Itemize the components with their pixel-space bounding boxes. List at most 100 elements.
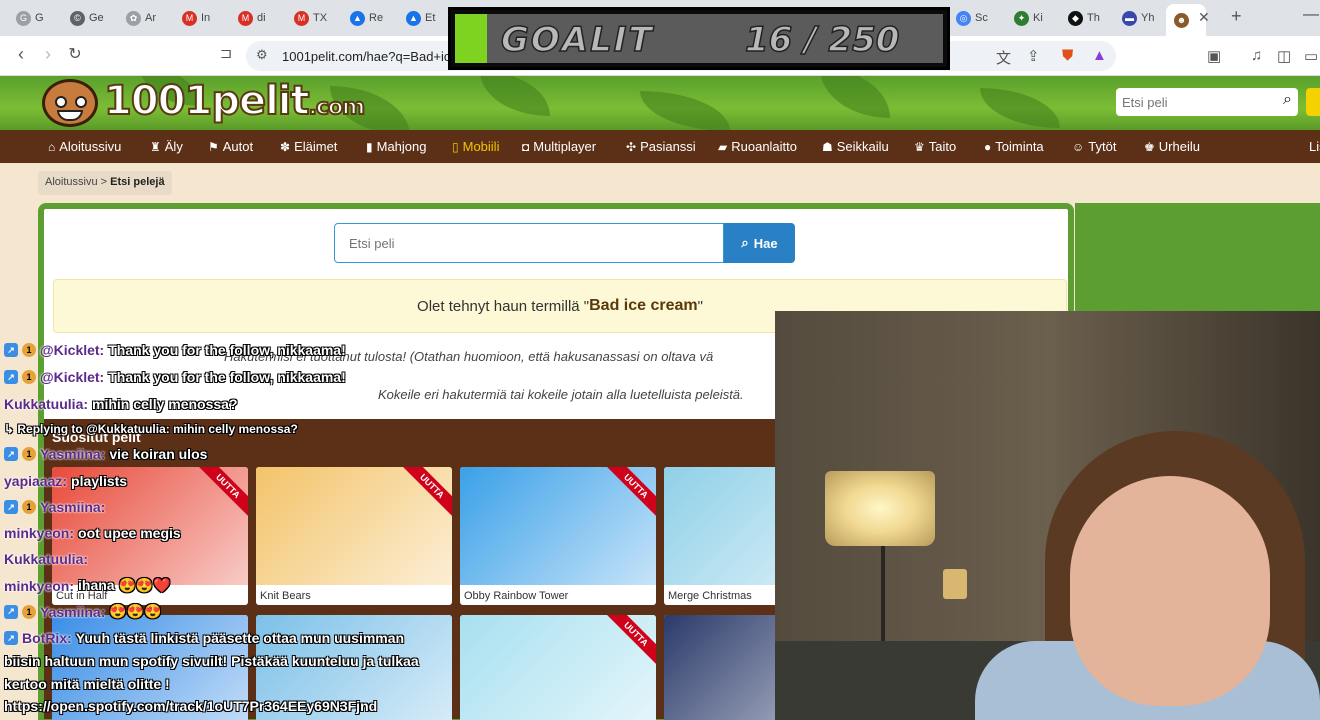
category-tytöt[interactable]: ☺ Tytöt xyxy=(1072,139,1116,154)
url-text: 1001pelit.com/hae?q=Bad+ic xyxy=(282,49,451,64)
site-search-input[interactable] xyxy=(1116,88,1266,116)
bomb-icon: ● xyxy=(984,139,992,154)
browser-tab[interactable]: ✦ Ki xyxy=(1006,7,1062,29)
category-eläimet[interactable]: ✽ Eläimet xyxy=(280,139,337,154)
category-toiminta[interactable]: ● Toiminta xyxy=(984,139,1044,154)
chat-badge-icon: 1 xyxy=(22,604,36,619)
game-card[interactable]: UUTTA Obby Rainbow Tower xyxy=(460,467,656,605)
popular-title: Suositut pelit xyxy=(52,429,141,445)
category-label: Äly xyxy=(164,139,183,154)
category-taito[interactable]: ♛ Taito xyxy=(914,139,956,154)
category-äly[interactable]: ♜ Äly xyxy=(150,139,183,154)
tile-icon: ▮ xyxy=(366,139,373,154)
chat-badge-icon: 1 xyxy=(22,500,36,514)
translate-icon[interactable]: 文 xyxy=(996,47,1011,68)
category-label: Mahjong xyxy=(376,139,427,154)
reload-icon[interactable]: ↻ xyxy=(64,44,86,64)
game-thumbnail xyxy=(52,615,248,720)
chat-badge-icon: 1 xyxy=(22,343,36,357)
monkey-favicon-icon: ☻ xyxy=(1174,12,1189,28)
search-term: Bad ice cream xyxy=(589,297,698,314)
browser-tab[interactable]: ▲ Et xyxy=(398,7,454,29)
breadcrumb-home[interactable]: Aloitussivu xyxy=(45,176,98,188)
category-lis[interactable]: Lis xyxy=(1309,139,1320,154)
category-label: Lis xyxy=(1309,139,1320,154)
browser-tab[interactable]: ◎ Sc xyxy=(948,7,1004,29)
category-nav: ⌂ Aloitussivu ♜ Äly ⚑ Autot ✽ Eläimet ▮ Mahjong ▯ M… xyxy=(0,130,1320,163)
tab-favicon-icon: M xyxy=(294,10,309,26)
new-badge: UUTTA xyxy=(602,467,656,520)
back-icon[interactable]: ‹ xyxy=(10,44,32,65)
chat-badge-icon: ↗ xyxy=(4,343,18,357)
game-card[interactable]: UUTTA xyxy=(460,615,656,720)
category-urheilu[interactable]: ♚ Urheilu xyxy=(1144,139,1200,154)
game-thumbnail: UUTTA xyxy=(256,467,452,585)
category-pasianssi[interactable]: ✣ Pasianssi xyxy=(626,139,696,154)
tab-favicon-icon: G xyxy=(16,10,31,26)
new-tab-icon[interactable]: + xyxy=(1231,6,1242,27)
tab-favicon-icon: ▲ xyxy=(406,10,421,26)
tab-title: Ki xyxy=(1033,12,1043,24)
browser-tab[interactable]: ▲ Re xyxy=(342,7,398,29)
game-card[interactable] xyxy=(52,615,248,720)
sidebar-icon[interactable]: ▣ xyxy=(1207,47,1221,65)
browser-tab[interactable]: GG xyxy=(8,7,64,29)
forward-icon[interactable]: › xyxy=(37,44,59,65)
browser-tab[interactable]: ▬ Yh xyxy=(1114,7,1170,29)
category-label: Aloitussivu xyxy=(59,139,122,154)
tab-favicon-icon: ✦ xyxy=(1014,10,1029,26)
tab-title: In xyxy=(201,12,211,24)
tab-favicon-icon: ◆ xyxy=(1068,10,1083,26)
game-thumbnail: UUTTA xyxy=(460,615,656,720)
browser-tab[interactable]: Mdi xyxy=(230,7,286,29)
game-card[interactable] xyxy=(256,615,452,720)
game-search-input[interactable] xyxy=(334,223,724,263)
category-multiplayer[interactable]: ◘ Multiplayer xyxy=(522,139,596,154)
site-info-icon[interactable]: ⚙ xyxy=(256,47,268,63)
panel-icon[interactable]: ◫ xyxy=(1277,47,1291,65)
favorites-button[interactable] xyxy=(1306,88,1320,116)
share-icon[interactable]: ⇪ xyxy=(1027,47,1040,65)
browser-tab[interactable]: ✿ Ar xyxy=(118,7,174,29)
tab-title: di xyxy=(257,12,266,24)
category-aloitussivu[interactable]: ⌂ Aloitussivu xyxy=(48,139,121,154)
chat-badge-icon: ↗ xyxy=(4,500,18,514)
category-mahjong[interactable]: ▮ Mahjong xyxy=(366,139,426,154)
game-card[interactable]: UUTTA Cut in Half xyxy=(52,467,248,605)
game-thumbnail: UUTTA xyxy=(52,467,248,585)
bookmark-icon[interactable]: ⊐ xyxy=(215,44,237,62)
category-label: Tytöt xyxy=(1088,139,1117,154)
category-autot[interactable]: ⚑ Autot xyxy=(208,139,253,154)
goal-bar: GOALIT 16 / 250 xyxy=(455,14,943,63)
browser-tab[interactable]: © Ge xyxy=(62,7,118,29)
goal-widget: GOALIT 16 / 250 xyxy=(448,7,950,70)
tab-title: Th xyxy=(1087,12,1100,24)
game-thumbnail xyxy=(256,615,452,720)
browser-tab[interactable]: M In xyxy=(174,7,230,29)
search-icon[interactable]: ⌕ xyxy=(1283,91,1292,109)
rewards-triangle-icon[interactable]: ▲ xyxy=(1092,47,1107,64)
category-label: Multiplayer xyxy=(533,139,597,154)
category-label: Eläimet xyxy=(294,139,338,154)
category-ruoanlaitto[interactable]: ▰ Ruoanlaitto xyxy=(718,139,797,154)
site-logo[interactable]: 1001pelit.com xyxy=(103,77,366,125)
game-title: Knit Bears xyxy=(260,590,311,602)
tab-title: Ge xyxy=(89,12,104,24)
category-mobiili[interactable]: ▯ Mobiili xyxy=(452,139,499,154)
browser-tab[interactable]: M TX xyxy=(286,7,342,29)
trophy-icon: ♛ xyxy=(914,139,925,154)
tab-favicon-icon: ▲ xyxy=(350,10,365,26)
browser-tab[interactable]: ◆ Th xyxy=(1060,7,1116,29)
monkey-logo-icon[interactable] xyxy=(42,79,98,127)
close-tab-icon[interactable]: ✕ xyxy=(1198,9,1210,26)
minimize-window-icon[interactable]: — xyxy=(1303,6,1319,24)
brave-shield-icon[interactable]: ⛊ xyxy=(1062,47,1073,64)
game-card[interactable]: UUTTA Knit Bears xyxy=(256,467,452,605)
tab-favicon-icon: ✿ xyxy=(126,10,141,26)
search-button[interactable]: ⌕ Hae xyxy=(724,223,795,263)
wallet-icon[interactable]: ▭ xyxy=(1304,47,1318,65)
site-header: 1001pelit.com ⌕ xyxy=(0,76,1320,130)
category-seikkailu[interactable]: ☗ Seikkailu xyxy=(822,139,889,154)
media-icon[interactable]: ♫ xyxy=(1251,47,1262,64)
game-title: Merge Christmas xyxy=(668,590,752,602)
